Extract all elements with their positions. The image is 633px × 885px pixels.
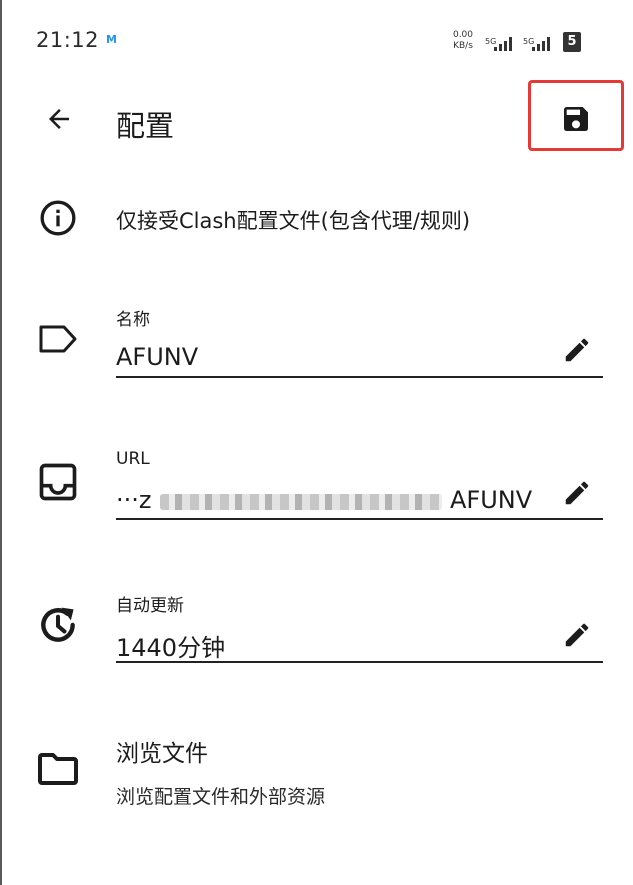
url-field-underline [116, 518, 603, 520]
url-redacted-region [160, 494, 442, 510]
net-speed-indicator: 0.00 KB/s [448, 30, 478, 52]
signal-1: 5G [485, 29, 512, 51]
url-field-label: URL [116, 449, 150, 469]
net-speed-unit: KB/s [453, 41, 473, 51]
net-speed-value: 0.00 [452, 30, 474, 40]
url-value-suffix[interactable]: AFUNV [450, 486, 532, 514]
edit-pencil-icon[interactable] [562, 478, 592, 508]
tag-icon [39, 325, 77, 353]
inbox-icon [39, 463, 77, 501]
carrier-logo-icon: M [106, 33, 117, 46]
name-field-label: 名称 [116, 310, 150, 330]
name-field-underline [116, 376, 603, 378]
page-title: 配置 [116, 109, 175, 143]
status-time: 21:12 [36, 28, 100, 52]
battery-indicator: 5 [563, 32, 581, 52]
info-icon [40, 200, 76, 236]
auto-update-field-value[interactable]: 1440分钟 [116, 628, 225, 663]
signal-bars-icon [532, 37, 550, 51]
name-field-value[interactable]: AFUNV [116, 343, 198, 371]
browse-files-subtitle: 浏览配置文件和外部资源 [116, 786, 326, 808]
edit-pencil-icon[interactable] [562, 620, 592, 650]
signal-2: 5G [523, 29, 550, 51]
info-text: 仅接受Clash配置文件(包含代理/规则) [116, 209, 471, 233]
auto-update-field-label: 自动更新 [116, 596, 184, 616]
floppy-save-icon[interactable] [560, 103, 592, 135]
url-value-prefix[interactable]: ···z [116, 486, 151, 514]
timer-refresh-icon [41, 607, 75, 642]
edit-pencil-icon[interactable] [562, 335, 592, 365]
auto-update-field-underline [116, 661, 603, 663]
arrow-left-icon[interactable] [44, 104, 74, 134]
folder-icon [38, 753, 78, 785]
signal-bars-icon [494, 37, 512, 51]
browse-files-title: 浏览文件 [116, 741, 208, 767]
